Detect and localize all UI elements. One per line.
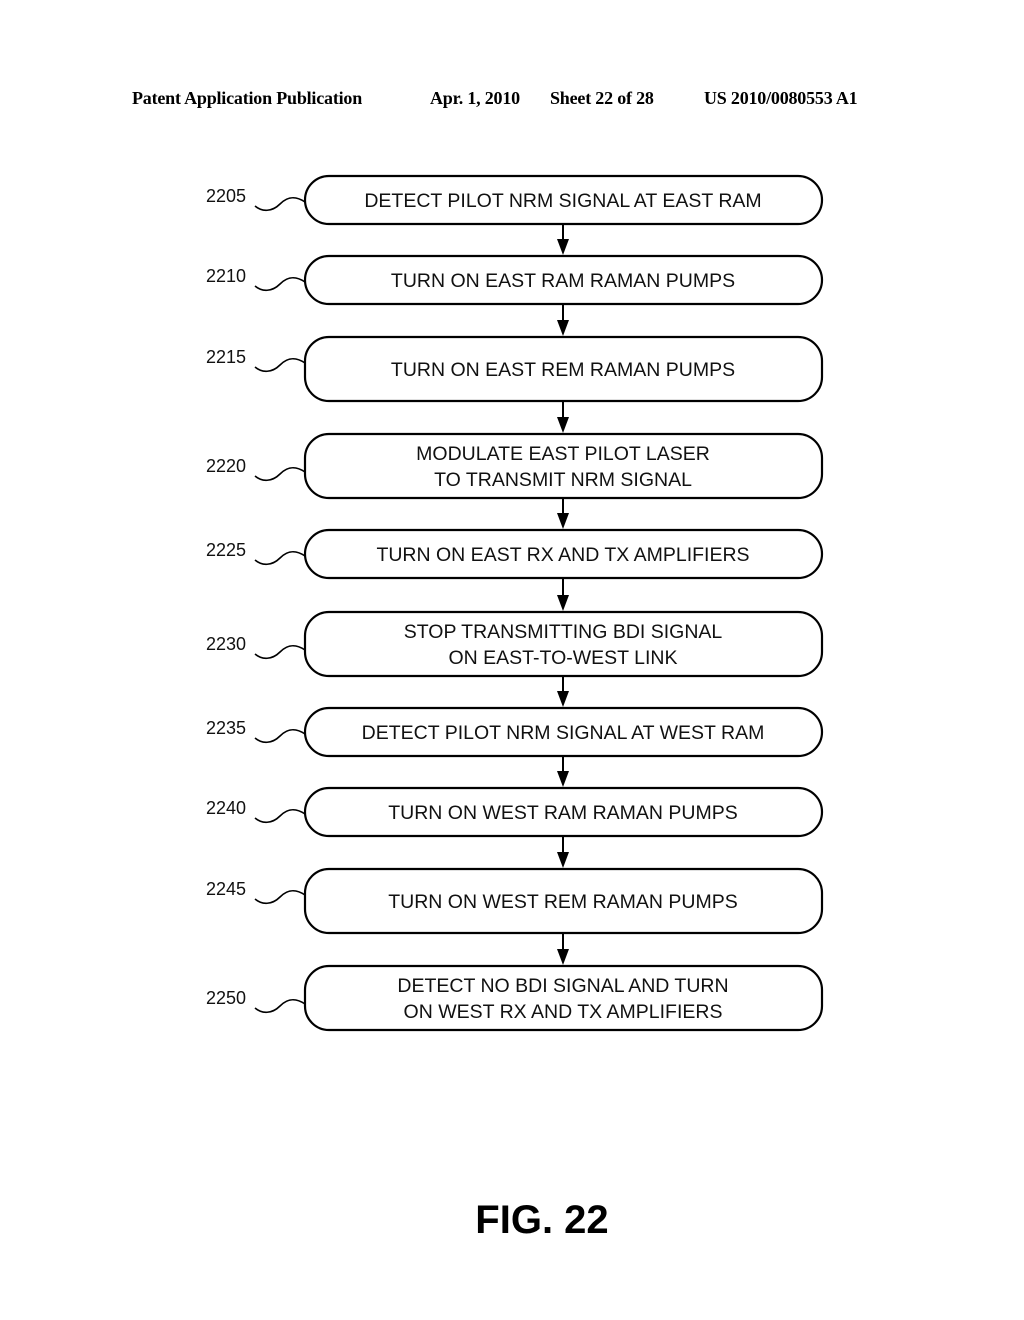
flow-step: TURN ON WEST REM RAMAN PUMPS 2245 bbox=[206, 867, 824, 935]
arrow-head-icon bbox=[557, 320, 569, 336]
flow-step: DETECT PILOT NRM SIGNAL AT EAST RAM 2205 bbox=[206, 174, 824, 226]
step-reference-number: 2215 bbox=[206, 347, 246, 367]
step-reference-number: 2230 bbox=[206, 634, 246, 654]
flow-step: TURN ON EAST REM RAMAN PUMPS 2215 bbox=[206, 335, 824, 403]
step-reference-number: 2205 bbox=[206, 186, 246, 206]
flow-step: TURN ON WEST RAM RAMAN PUMPS 2240 bbox=[206, 786, 824, 838]
step-reference-number: 2220 bbox=[206, 456, 246, 476]
step-text: ON WEST RX AND TX AMPLIFIERS bbox=[404, 1001, 723, 1023]
step-text: DETECT PILOT NRM SIGNAL AT WEST RAM bbox=[362, 722, 765, 744]
step-reference-number: 2210 bbox=[206, 266, 246, 286]
step-text: TURN ON WEST REM RAMAN PUMPS bbox=[388, 891, 738, 913]
step-text: TURN ON EAST RAM RAMAN PUMPS bbox=[391, 270, 735, 292]
arrow-head-icon bbox=[557, 513, 569, 529]
flow-step: TURN ON EAST RAM RAMAN PUMPS 2210 bbox=[206, 254, 824, 306]
flow-step: MODULATE EAST PILOT LASER TO TRANSMIT NRM… bbox=[206, 432, 824, 500]
flow-step: TURN ON EAST RX AND TX AMPLIFIERS 2225 bbox=[206, 528, 824, 580]
leader-line bbox=[254, 466, 306, 482]
leader-line bbox=[254, 998, 306, 1014]
arrow-head-icon bbox=[557, 949, 569, 965]
step-reference-number: 2225 bbox=[206, 540, 246, 560]
step-reference-number: 2245 bbox=[206, 879, 246, 899]
step-text: MODULATE EAST PILOT LASER bbox=[416, 443, 710, 465]
arrow-head-icon bbox=[557, 691, 569, 707]
leader-line bbox=[254, 357, 306, 373]
arrow-head-icon bbox=[557, 771, 569, 787]
leader-line bbox=[254, 889, 306, 905]
arrow-head-icon bbox=[557, 595, 569, 611]
arrow-head-icon bbox=[557, 239, 569, 255]
step-text: TURN ON WEST RAM RAMAN PUMPS bbox=[388, 802, 738, 824]
leader-line bbox=[254, 276, 306, 292]
leader-line bbox=[254, 196, 306, 212]
step-reference-number: 2240 bbox=[206, 798, 246, 818]
leader-line bbox=[254, 728, 306, 744]
step-reference-number: 2250 bbox=[206, 988, 246, 1008]
flow-step: DETECT PILOT NRM SIGNAL AT WEST RAM 2235 bbox=[206, 706, 824, 758]
step-text: TURN ON EAST RX AND TX AMPLIFIERS bbox=[376, 544, 749, 566]
leader-line bbox=[254, 808, 306, 824]
arrow-head-icon bbox=[557, 417, 569, 433]
step-text: TURN ON EAST REM RAMAN PUMPS bbox=[391, 359, 735, 381]
step-text: DETECT PILOT NRM SIGNAL AT EAST RAM bbox=[364, 190, 761, 212]
leader-line bbox=[254, 550, 306, 566]
figure-label: FIG. 22 bbox=[475, 1198, 609, 1242]
arrow-head-icon bbox=[557, 852, 569, 868]
flow-step: DETECT NO BDI SIGNAL AND TURN ON WEST RX … bbox=[206, 964, 824, 1032]
step-text: DETECT NO BDI SIGNAL AND TURN bbox=[397, 975, 728, 997]
leader-line bbox=[254, 644, 306, 660]
step-reference-number: 2235 bbox=[206, 718, 246, 738]
step-text: TO TRANSMIT NRM SIGNAL bbox=[434, 469, 692, 491]
step-text: ON EAST-TO-WEST LINK bbox=[449, 647, 678, 669]
step-text: STOP TRANSMITTING BDI SIGNAL bbox=[404, 621, 723, 643]
flowchart: DETECT PILOT NRM SIGNAL AT EAST RAM 2205 T… bbox=[206, 174, 824, 1032]
flow-step: STOP TRANSMITTING BDI SIGNAL ON EAST-TO-W… bbox=[206, 610, 824, 678]
